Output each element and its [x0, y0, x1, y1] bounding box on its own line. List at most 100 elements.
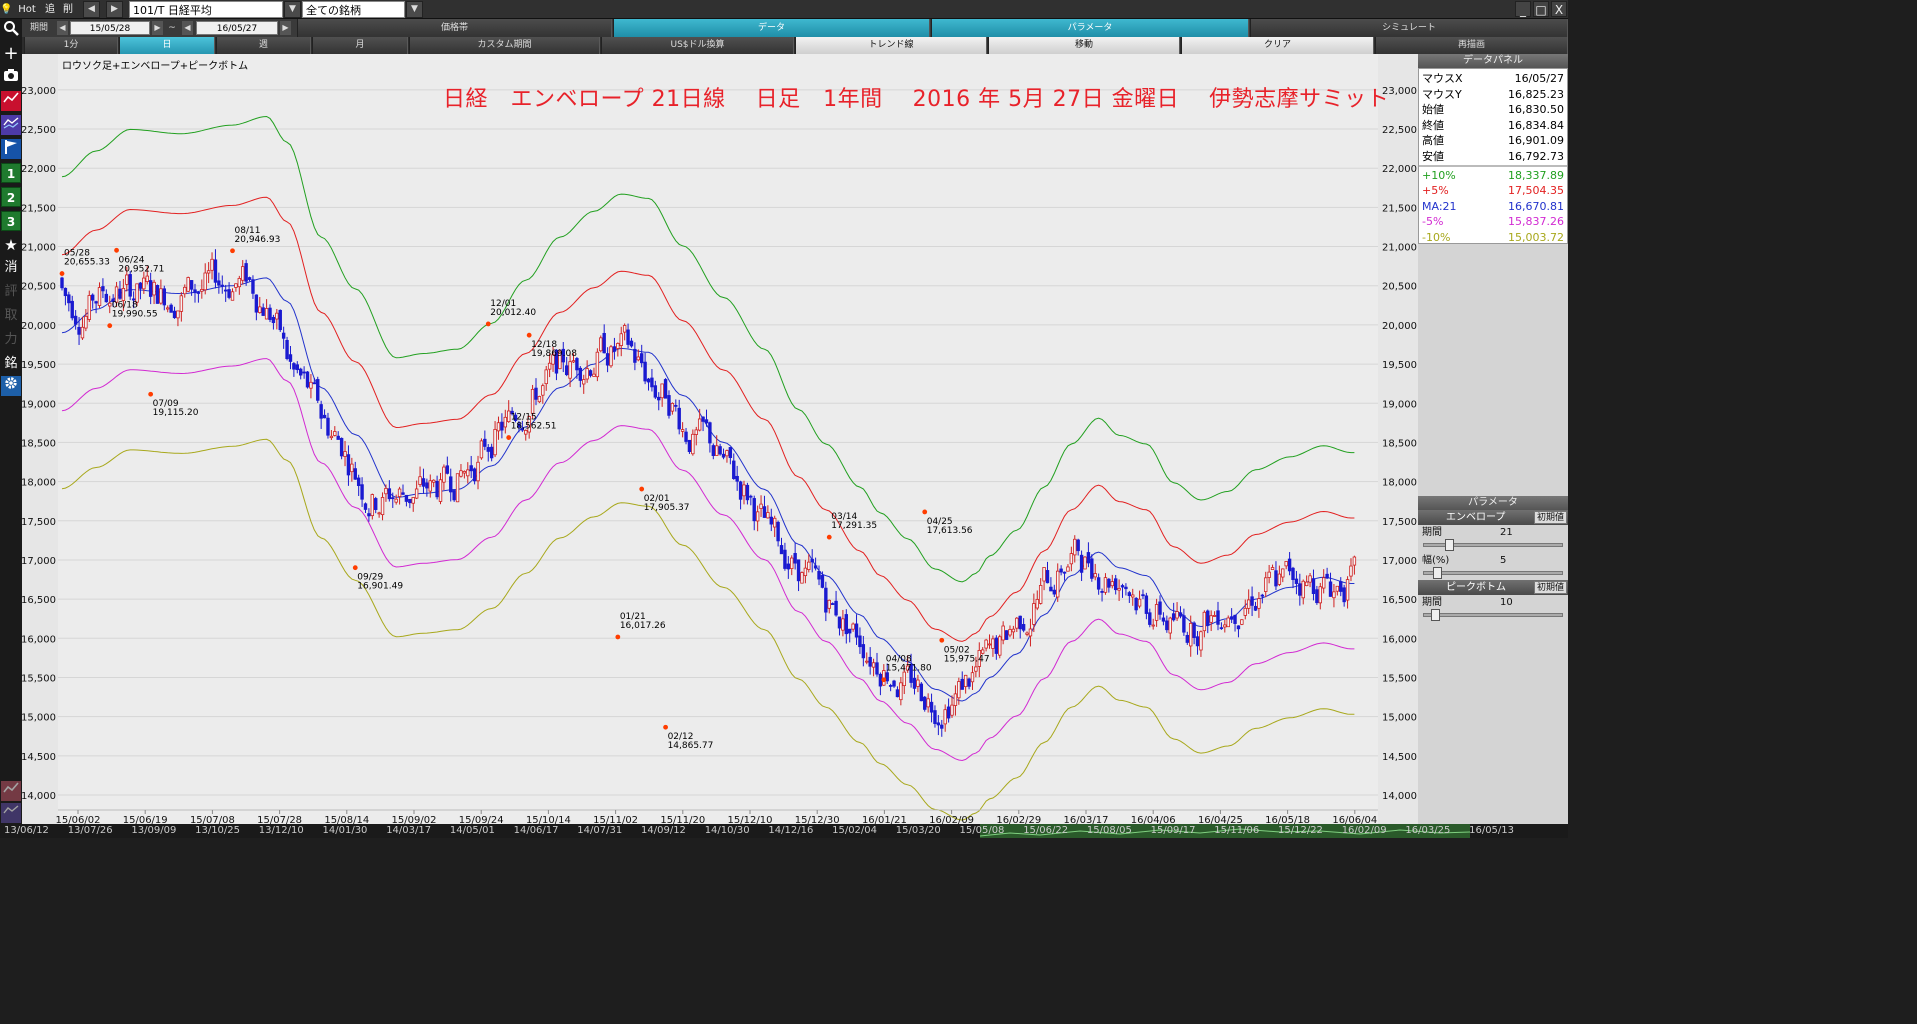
- from-date-field[interactable]: 15/05/28: [70, 21, 150, 35]
- tab-daily[interactable]: 日: [119, 37, 215, 54]
- trendline-button[interactable]: トレンド線: [795, 37, 987, 54]
- tab-simulate[interactable]: シミュレート: [1250, 19, 1568, 37]
- flag-icon[interactable]: [1, 139, 21, 159]
- next-symbol-icon[interactable]: ▶: [106, 1, 123, 18]
- candle: [564, 365, 569, 376]
- universe-select[interactable]: 全ての銘柄: [302, 1, 405, 18]
- chart-area[interactable]: 23,000 22,500 22,000 21,500 21,000 20,500 20,0…: [22, 54, 1418, 824]
- candle: [912, 677, 917, 689]
- minimize-icon[interactable]: _: [1515, 1, 1531, 17]
- interval-bar: 1分 日 週 月 カスタム期間 US$ドル換算 トレンド線 移動 クリア 再描画: [22, 37, 1568, 54]
- chevron-left-icon[interactable]: ◀: [57, 21, 68, 35]
- chevron-down-icon[interactable]: ▼: [406, 1, 423, 18]
- candle: [718, 446, 722, 455]
- camera-icon[interactable]: [1, 68, 21, 88]
- line-chart-icon[interactable]: [1, 781, 21, 801]
- candle: [963, 674, 968, 688]
- tab-1min[interactable]: 1分: [24, 37, 118, 54]
- candle: [489, 446, 494, 459]
- candle: [568, 361, 572, 379]
- tab-custom-period[interactable]: カスタム期間: [409, 37, 600, 54]
- tab-usd-convert[interactable]: US$ドル換算: [601, 37, 794, 54]
- indicator-chart-icon[interactable]: [1, 115, 21, 135]
- move-button[interactable]: 移動: [988, 37, 1180, 54]
- candle: [776, 521, 780, 542]
- tab-parameters[interactable]: パラメータ: [931, 19, 1249, 37]
- candle: [1195, 636, 1200, 647]
- candle: [830, 603, 835, 605]
- force-button[interactable]: 力: [1, 329, 21, 351]
- prev-symbol-icon[interactable]: ◀: [83, 1, 100, 18]
- tab-monthly[interactable]: 月: [312, 37, 408, 54]
- hot-button[interactable]: Hot: [14, 1, 40, 18]
- candle: [1284, 561, 1288, 567]
- to-date-field[interactable]: 16/05/27: [196, 21, 278, 35]
- peak-period-slider[interactable]: [1423, 609, 1563, 621]
- candle: [633, 348, 637, 363]
- crosshair-icon[interactable]: +: [1, 44, 21, 64]
- candle: [892, 680, 896, 687]
- candle: [1301, 580, 1305, 599]
- candle: [957, 681, 961, 699]
- delete-button[interactable]: 削: [60, 1, 76, 18]
- tab-weekly[interactable]: 週: [216, 37, 311, 54]
- x-tick-label: 16/03/17: [1064, 815, 1109, 824]
- x-tick-label: 15/12/10: [728, 815, 773, 824]
- candle: [449, 476, 453, 493]
- candlestick-chart[interactable]: 23,000 22,500 22,000 21,500 21,000 20,500 20,0…: [22, 54, 1418, 824]
- candle: [1158, 601, 1162, 615]
- add-button[interactable]: 追: [42, 1, 58, 18]
- maximize-icon[interactable]: □: [1533, 1, 1549, 17]
- candle: [902, 671, 906, 687]
- chevron-left-icon[interactable]: ◀: [182, 21, 193, 35]
- bulb-icon[interactable]: 💡: [0, 1, 12, 18]
- envelope-reset-button[interactable]: 初期値: [1534, 511, 1567, 524]
- slider-knob[interactable]: [1445, 539, 1454, 551]
- chevron-down-icon[interactable]: ▼: [284, 1, 301, 18]
- peak-period-value[interactable]: 10: [1500, 596, 1513, 610]
- peak-reset-button[interactable]: 初期値: [1534, 581, 1567, 594]
- history-date-label: 15/12/22: [1278, 825, 1323, 836]
- chevron-right-icon[interactable]: ▶: [152, 21, 163, 35]
- candle: [220, 284, 224, 287]
- close-icon[interactable]: X: [1551, 1, 1567, 17]
- indicator-chart-icon[interactable]: [1, 803, 21, 823]
- candle: [343, 451, 347, 457]
- envelope-width-value[interactable]: 5: [1500, 554, 1506, 568]
- candle: [1233, 614, 1237, 624]
- gear-icon[interactable]: [1, 376, 21, 396]
- candle: [408, 498, 412, 504]
- clear-button[interactable]: クリア: [1181, 37, 1374, 54]
- envelope-period-value[interactable]: 21: [1500, 526, 1513, 540]
- tab-data[interactable]: データ: [613, 19, 930, 37]
- candle: [353, 468, 357, 480]
- candle: [271, 316, 276, 324]
- brand-button[interactable]: 銘: [1, 353, 21, 375]
- evaluate-button[interactable]: 評: [1, 281, 21, 303]
- candle: [230, 291, 235, 301]
- preset-2-button[interactable]: 2: [1, 187, 21, 207]
- envelope-width-slider[interactable]: [1423, 567, 1563, 579]
- candle: [268, 307, 272, 320]
- chevron-right-icon[interactable]: ▶: [280, 21, 291, 35]
- history-date-label: 14/07/31: [577, 825, 623, 836]
- candle: [687, 439, 692, 453]
- history-navigator[interactable]: 13/06/12 13/07/26 13/09/09 13/10/25 13/12/10…: [0, 824, 1568, 838]
- line-chart-icon[interactable]: [1, 91, 21, 111]
- slider-knob[interactable]: [1431, 609, 1440, 621]
- redraw-button[interactable]: 再描画: [1375, 37, 1568, 54]
- tab-price-band[interactable]: 価格帯: [297, 19, 612, 37]
- preset-1-button[interactable]: 1: [1, 163, 21, 183]
- star-icon[interactable]: ★: [1, 235, 21, 255]
- preset-3-button[interactable]: 3: [1, 211, 21, 231]
- trade-button[interactable]: 取: [1, 305, 21, 327]
- slider-knob[interactable]: [1433, 567, 1442, 579]
- candle: [1076, 539, 1080, 552]
- symbol-field[interactable]: 101/T 日経平均: [129, 1, 283, 18]
- data-panel-label: マウスY: [1422, 87, 1462, 101]
- erase-button[interactable]: 消: [1, 257, 21, 279]
- search-icon[interactable]: [1, 20, 21, 40]
- candle: [1110, 581, 1114, 587]
- envelope-period-slider[interactable]: [1423, 539, 1563, 551]
- candle: [251, 279, 255, 294]
